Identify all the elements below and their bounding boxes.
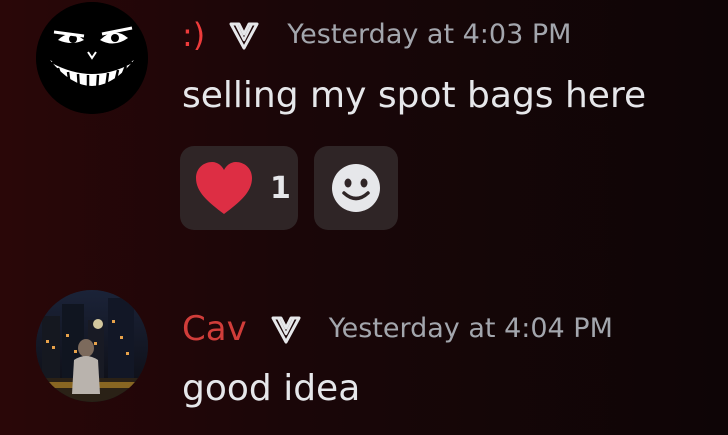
username[interactable]: Cav (182, 308, 247, 350)
username[interactable]: :) (182, 14, 205, 56)
message-content: selling my spot bags here (182, 75, 647, 116)
message-content: good idea (182, 368, 361, 409)
v-badge-icon[interactable] (227, 18, 261, 52)
city-night-photo-avatar-icon (36, 290, 148, 402)
v-badge-icon[interactable] (269, 312, 303, 346)
message-header: Cav Yesterday at 4:04 PM (182, 308, 613, 350)
avatar[interactable] (36, 2, 148, 114)
message-header: :) Yesterday at 4:03 PM (182, 14, 571, 56)
timestamp: Yesterday at 4:03 PM (287, 19, 572, 50)
grin-face-avatar-icon (36, 2, 148, 114)
heart-icon (196, 162, 252, 214)
reactions-bar: 1 (180, 146, 398, 230)
message-item: Cav Yesterday at 4:04 PM good idea (0, 290, 728, 435)
smiley-add-reaction-icon (332, 164, 380, 212)
message-item: :) Yesterday at 4:03 PM selling my spot … (0, 0, 728, 240)
reaction-heart-button[interactable]: 1 (180, 146, 298, 230)
timestamp: Yesterday at 4:04 PM (328, 313, 613, 344)
reaction-count: 1 (270, 170, 291, 206)
add-reaction-button[interactable] (314, 146, 398, 230)
avatar[interactable] (36, 290, 148, 402)
